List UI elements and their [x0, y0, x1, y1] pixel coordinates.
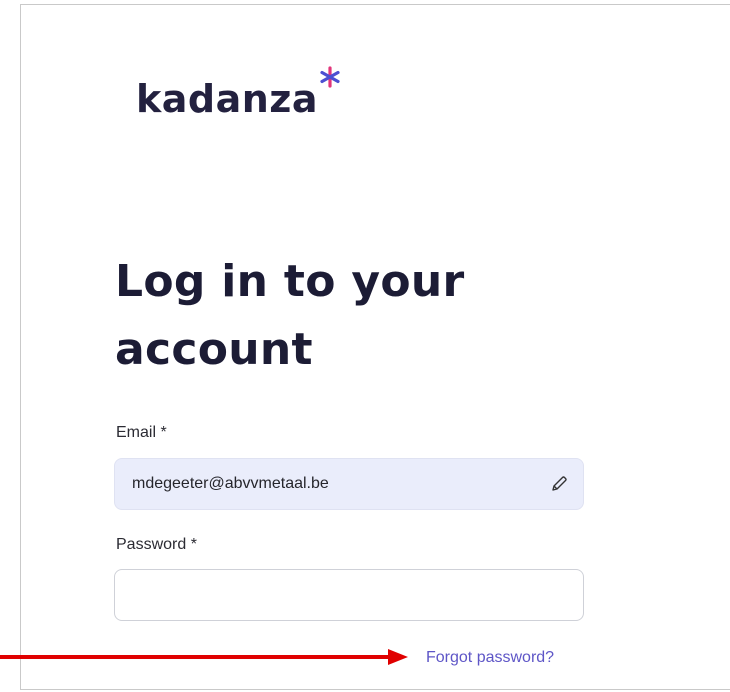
email-value: mdegeeter@abvvmetaal.be — [132, 475, 329, 492]
red-arrow-annotation — [0, 649, 408, 665]
logo-wordmark: kadanza — [136, 77, 319, 121]
password-field[interactable] — [114, 569, 584, 621]
password-label: Password * — [116, 536, 197, 553]
page-title: Log in to your account — [115, 248, 535, 384]
email-field[interactable]: mdegeeter@abvvmetaal.be — [114, 458, 584, 510]
asterisk-logo-icon — [320, 66, 340, 88]
forgot-password-link[interactable]: Forgot password? — [426, 649, 554, 667]
page-title-line-2: account — [115, 324, 313, 375]
kadanza-logo: kadanza — [136, 66, 341, 122]
page-title-line-1: Log in to your — [115, 256, 465, 307]
pencil-icon[interactable] — [549, 474, 569, 494]
email-label: Email * — [116, 424, 167, 441]
